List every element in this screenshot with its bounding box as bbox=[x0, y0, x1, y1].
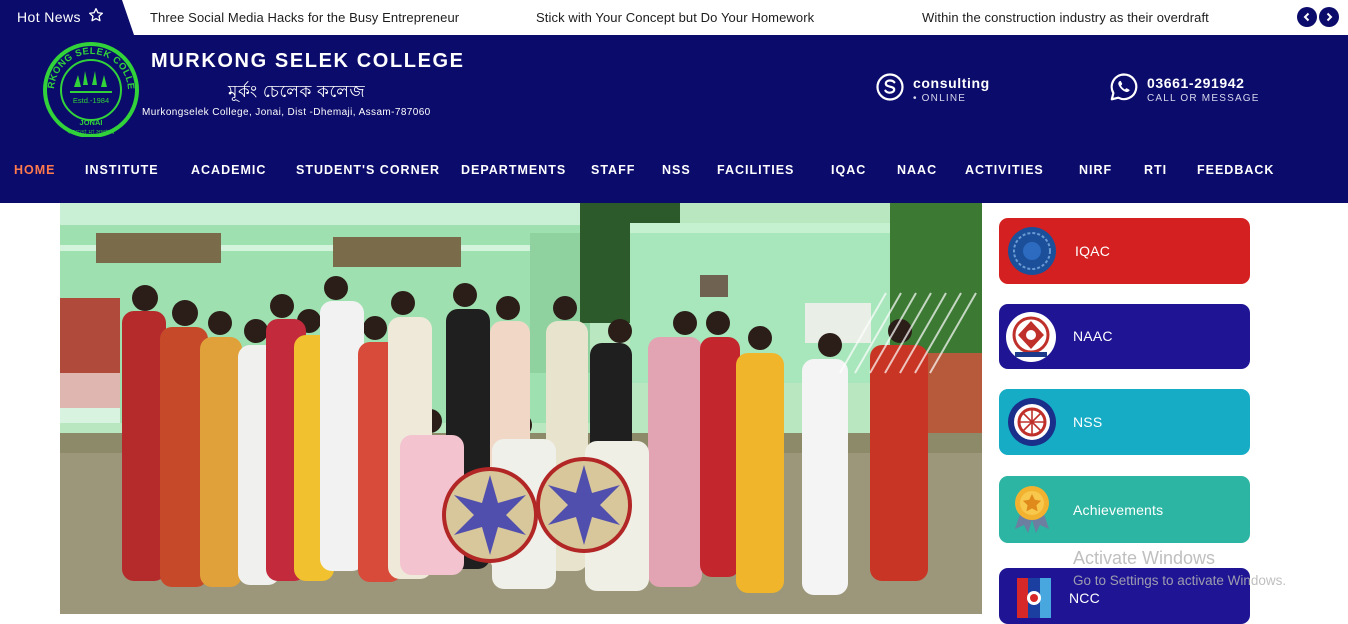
iqac-label: IQAC bbox=[1075, 243, 1111, 259]
nav-nss[interactable]: NSS bbox=[662, 163, 691, 177]
hero-photo bbox=[60, 203, 982, 614]
consulting-label: consulting bbox=[913, 75, 990, 91]
chevron-left-icon bbox=[1303, 12, 1310, 22]
logo-motto: অসতো মা সদ্গময় bbox=[66, 128, 116, 136]
college-logo[interactable]: MURKONG SELEK COLLEGE Estd.-1984 JONAI অ… bbox=[40, 41, 142, 137]
achievements-button[interactable]: Achievements bbox=[999, 476, 1250, 543]
ticker-next-button[interactable] bbox=[1319, 7, 1339, 27]
nav-rti[interactable]: RTI bbox=[1144, 163, 1167, 177]
news-item[interactable]: Three Social Media Hacks for the Busy En… bbox=[150, 10, 459, 25]
hot-news-tab: Hot News bbox=[0, 0, 134, 35]
phone-contact[interactable]: 03661-291942 CALL OR MESSAGE bbox=[1109, 72, 1269, 112]
group-photo-illustration bbox=[60, 203, 982, 614]
nav-feedback[interactable]: FEEDBACK bbox=[1197, 163, 1274, 177]
naac-button[interactable]: NAAC bbox=[999, 304, 1250, 369]
nav-academic[interactable]: ACADEMIC bbox=[191, 163, 266, 177]
news-item[interactable]: Within the construction industry as thei… bbox=[922, 10, 1209, 25]
nav-home[interactable]: HOME bbox=[14, 163, 56, 177]
logo-estd: Estd.-1984 bbox=[73, 96, 109, 105]
skype-icon bbox=[876, 73, 904, 101]
news-ticker: Hot News Three Social Media Hacks for th… bbox=[0, 0, 1348, 35]
nav-activities[interactable]: ACTIVITIES bbox=[965, 163, 1044, 177]
nav-iqac[interactable]: IQAC bbox=[831, 163, 866, 177]
star-icon bbox=[89, 7, 103, 22]
ticker-prev-button[interactable] bbox=[1297, 7, 1317, 27]
naac-label: NAAC bbox=[1073, 328, 1113, 344]
consulting-status: • ONLINE bbox=[913, 93, 967, 104]
ncc-logo-icon bbox=[1017, 578, 1051, 618]
hot-news-label: Hot News bbox=[17, 9, 81, 25]
news-item[interactable]: Stick with Your Concept but Do Your Home… bbox=[536, 10, 814, 25]
whatsapp-icon bbox=[1110, 73, 1138, 101]
nav-nirf[interactable]: NIRF bbox=[1079, 163, 1112, 177]
consulting-contact[interactable]: consulting • ONLINE bbox=[875, 72, 1005, 112]
nss-logo-icon bbox=[1008, 398, 1056, 446]
nss-label: NSS bbox=[1073, 414, 1103, 430]
site-header: MURKONG SELEK COLLEGE Estd.-1984 JONAI অ… bbox=[0, 35, 1348, 203]
activate-windows-subtitle: Go to Settings to activate Windows. bbox=[1073, 573, 1287, 588]
nav-facilities[interactable]: FACILITIES bbox=[717, 163, 794, 177]
logo-place: JONAI bbox=[80, 118, 103, 127]
college-name-local: মূৰ্কং চেলেক কলেজ bbox=[228, 82, 366, 101]
college-address: Murkongselek College, Jonai, Dist -Dhema… bbox=[142, 107, 431, 118]
phone-caption: CALL OR MESSAGE bbox=[1147, 93, 1260, 104]
nav-staff[interactable]: STAFF bbox=[591, 163, 635, 177]
nav-students-corner[interactable]: STUDENT'S CORNER bbox=[296, 163, 440, 177]
naac-logo-icon bbox=[1006, 312, 1056, 362]
chevron-right-icon bbox=[1326, 12, 1333, 22]
phone-number: 03661-291942 bbox=[1147, 75, 1245, 91]
medal-icon bbox=[1015, 486, 1049, 533]
nav-naac[interactable]: NAAC bbox=[897, 163, 937, 177]
nav-departments[interactable]: DEPARTMENTS bbox=[461, 163, 566, 177]
iqac-button[interactable]: IQAC bbox=[999, 218, 1250, 284]
achievements-label: Achievements bbox=[1073, 502, 1164, 518]
iqac-logo-icon bbox=[1008, 227, 1056, 275]
college-name: MURKONG SELEK COLLEGE bbox=[151, 50, 465, 72]
main-nav: HOME INSTITUTE ACADEMIC STUDENT'S CORNER… bbox=[0, 163, 1348, 183]
nav-institute[interactable]: INSTITUTE bbox=[85, 163, 159, 177]
nss-button[interactable]: NSS bbox=[999, 389, 1250, 455]
ncc-label: NCC bbox=[1069, 590, 1100, 606]
activate-windows-title: Activate Windows bbox=[1073, 548, 1216, 568]
